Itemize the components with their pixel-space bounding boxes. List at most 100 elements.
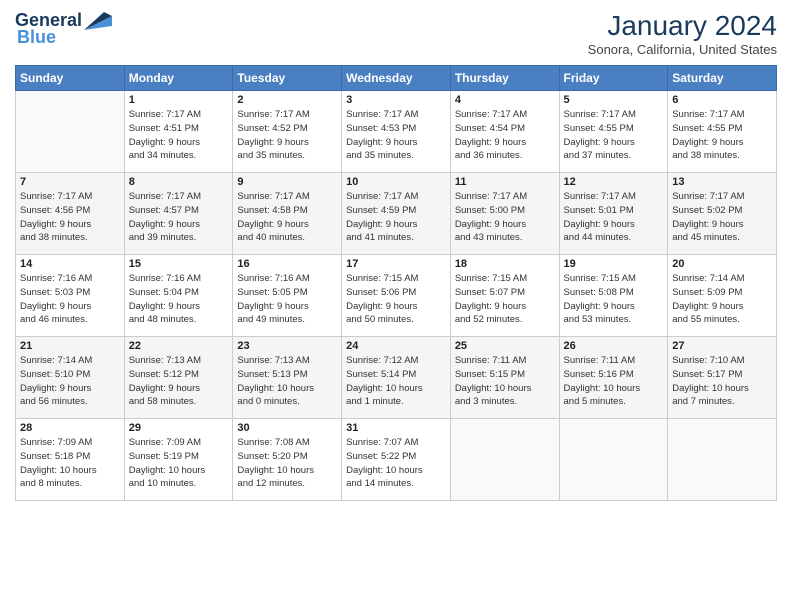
day-info: Sunrise: 7:17 AM Sunset: 4:57 PM Dayligh… <box>129 190 229 245</box>
day-info: Sunrise: 7:14 AM Sunset: 5:09 PM Dayligh… <box>672 272 772 327</box>
calendar-cell: 28 Sunrise: 7:09 AM Sunset: 5:18 PM Dayli… <box>16 419 125 501</box>
calendar-cell: 23 Sunrise: 7:13 AM Sunset: 5:13 PM Dayli… <box>233 337 342 419</box>
calendar-cell: 21 Sunrise: 7:14 AM Sunset: 5:10 PM Dayli… <box>16 337 125 419</box>
calendar-cell: 3 Sunrise: 7:17 AM Sunset: 4:53 PM Daylig… <box>342 91 451 173</box>
day-info: Sunrise: 7:11 AM Sunset: 5:15 PM Dayligh… <box>455 354 555 409</box>
day-info: Sunrise: 7:14 AM Sunset: 5:10 PM Dayligh… <box>20 354 120 409</box>
calendar-column-header: Saturday <box>668 66 777 91</box>
day-info: Sunrise: 7:15 AM Sunset: 5:07 PM Dayligh… <box>455 272 555 327</box>
calendar-cell: 12 Sunrise: 7:17 AM Sunset: 5:01 PM Dayli… <box>559 173 668 255</box>
day-number: 5 <box>564 94 664 106</box>
day-number: 13 <box>672 176 772 188</box>
day-number: 19 <box>564 258 664 270</box>
calendar-cell: 11 Sunrise: 7:17 AM Sunset: 5:00 PM Dayli… <box>450 173 559 255</box>
day-number: 9 <box>237 176 337 188</box>
calendar-cell: 16 Sunrise: 7:16 AM Sunset: 5:05 PM Dayli… <box>233 255 342 337</box>
calendar-cell: 31 Sunrise: 7:07 AM Sunset: 5:22 PM Dayli… <box>342 419 451 501</box>
calendar-week-row: 28 Sunrise: 7:09 AM Sunset: 5:18 PM Dayli… <box>16 419 777 501</box>
calendar-cell: 22 Sunrise: 7:13 AM Sunset: 5:12 PM Dayli… <box>124 337 233 419</box>
location: Sonora, California, United States <box>588 42 777 57</box>
calendar-cell: 9Sunrise: 7:17 AM Sunset: 4:58 PM Daylig… <box>233 173 342 255</box>
day-info: Sunrise: 7:17 AM Sunset: 4:53 PM Dayligh… <box>346 108 446 163</box>
month-title: January 2024 <box>588 10 777 42</box>
calendar-cell <box>668 419 777 501</box>
day-number: 16 <box>237 258 337 270</box>
day-info: Sunrise: 7:08 AM Sunset: 5:20 PM Dayligh… <box>237 436 337 491</box>
calendar-cell: 5 Sunrise: 7:17 AM Sunset: 4:55 PM Daylig… <box>559 91 668 173</box>
calendar-cell: 19Sunrise: 7:15 AM Sunset: 5:08 PM Dayli… <box>559 255 668 337</box>
day-number: 17 <box>346 258 446 270</box>
day-number: 24 <box>346 340 446 352</box>
day-info: Sunrise: 7:17 AM Sunset: 4:51 PM Dayligh… <box>129 108 229 163</box>
day-number: 7 <box>20 176 120 188</box>
calendar-cell: 18 Sunrise: 7:15 AM Sunset: 5:07 PM Dayli… <box>450 255 559 337</box>
calendar-cell <box>16 91 125 173</box>
day-number: 22 <box>129 340 229 352</box>
day-info: Sunrise: 7:11 AM Sunset: 5:16 PM Dayligh… <box>564 354 664 409</box>
day-number: 15 <box>129 258 229 270</box>
day-info: Sunrise: 7:17 AM Sunset: 5:00 PM Dayligh… <box>455 190 555 245</box>
calendar-header-row: SundayMondayTuesdayWednesdayThursdayFrid… <box>16 66 777 91</box>
calendar-cell <box>450 419 559 501</box>
calendar-cell: 7Sunrise: 7:17 AM Sunset: 4:56 PM Daylig… <box>16 173 125 255</box>
calendar-column-header: Monday <box>124 66 233 91</box>
title-section: January 2024 Sonora, California, United … <box>588 10 777 57</box>
day-info: Sunrise: 7:12 AM Sunset: 5:14 PM Dayligh… <box>346 354 446 409</box>
day-info: Sunrise: 7:16 AM Sunset: 5:03 PM Dayligh… <box>20 272 120 327</box>
calendar-column-header: Thursday <box>450 66 559 91</box>
day-info: Sunrise: 7:13 AM Sunset: 5:13 PM Dayligh… <box>237 354 337 409</box>
day-info: Sunrise: 7:13 AM Sunset: 5:12 PM Dayligh… <box>129 354 229 409</box>
calendar-cell: 17Sunrise: 7:15 AM Sunset: 5:06 PM Dayli… <box>342 255 451 337</box>
calendar-cell: 8Sunrise: 7:17 AM Sunset: 4:57 PM Daylig… <box>124 173 233 255</box>
day-info: Sunrise: 7:17 AM Sunset: 5:01 PM Dayligh… <box>564 190 664 245</box>
day-number: 21 <box>20 340 120 352</box>
calendar-week-row: 1 Sunrise: 7:17 AM Sunset: 4:51 PM Daylig… <box>16 91 777 173</box>
day-number: 12 <box>564 176 664 188</box>
day-number: 31 <box>346 422 446 434</box>
calendar-cell: 20 Sunrise: 7:14 AM Sunset: 5:09 PM Dayli… <box>668 255 777 337</box>
day-number: 18 <box>455 258 555 270</box>
day-number: 2 <box>237 94 337 106</box>
calendar-column-header: Friday <box>559 66 668 91</box>
calendar-cell: 27Sunrise: 7:10 AM Sunset: 5:17 PM Dayli… <box>668 337 777 419</box>
calendar-column-header: Tuesday <box>233 66 342 91</box>
calendar-cell: 24 Sunrise: 7:12 AM Sunset: 5:14 PM Dayli… <box>342 337 451 419</box>
calendar-week-row: 21 Sunrise: 7:14 AM Sunset: 5:10 PM Dayli… <box>16 337 777 419</box>
day-info: Sunrise: 7:17 AM Sunset: 4:54 PM Dayligh… <box>455 108 555 163</box>
logo: General Blue <box>15 10 112 48</box>
day-info: Sunrise: 7:17 AM Sunset: 4:55 PM Dayligh… <box>672 108 772 163</box>
calendar-cell: 26 Sunrise: 7:11 AM Sunset: 5:16 PM Dayli… <box>559 337 668 419</box>
calendar-cell <box>559 419 668 501</box>
day-info: Sunrise: 7:17 AM Sunset: 4:55 PM Dayligh… <box>564 108 664 163</box>
calendar-cell: 2 Sunrise: 7:17 AM Sunset: 4:52 PM Daylig… <box>233 91 342 173</box>
calendar-cell: 15Sunrise: 7:16 AM Sunset: 5:04 PM Dayli… <box>124 255 233 337</box>
calendar-week-row: 7Sunrise: 7:17 AM Sunset: 4:56 PM Daylig… <box>16 173 777 255</box>
calendar-cell: 25Sunrise: 7:11 AM Sunset: 5:15 PM Dayli… <box>450 337 559 419</box>
day-info: Sunrise: 7:16 AM Sunset: 5:05 PM Dayligh… <box>237 272 337 327</box>
day-info: Sunrise: 7:17 AM Sunset: 4:59 PM Dayligh… <box>346 190 446 245</box>
calendar-table: SundayMondayTuesdayWednesdayThursdayFrid… <box>15 65 777 501</box>
day-number: 1 <box>129 94 229 106</box>
day-info: Sunrise: 7:09 AM Sunset: 5:18 PM Dayligh… <box>20 436 120 491</box>
day-number: 10 <box>346 176 446 188</box>
logo-flag-icon <box>84 12 112 30</box>
day-number: 4 <box>455 94 555 106</box>
header: General Blue January 2024 Sonora, Califo… <box>15 10 777 57</box>
day-number: 23 <box>237 340 337 352</box>
calendar-week-row: 14 Sunrise: 7:16 AM Sunset: 5:03 PM Dayli… <box>16 255 777 337</box>
day-number: 28 <box>20 422 120 434</box>
day-number: 20 <box>672 258 772 270</box>
day-number: 3 <box>346 94 446 106</box>
day-info: Sunrise: 7:17 AM Sunset: 4:52 PM Dayligh… <box>237 108 337 163</box>
page: General Blue January 2024 Sonora, Califo… <box>0 0 792 612</box>
calendar-cell: 14 Sunrise: 7:16 AM Sunset: 5:03 PM Dayli… <box>16 255 125 337</box>
calendar-cell: 29Sunrise: 7:09 AM Sunset: 5:19 PM Dayli… <box>124 419 233 501</box>
day-number: 11 <box>455 176 555 188</box>
day-number: 26 <box>564 340 664 352</box>
day-info: Sunrise: 7:07 AM Sunset: 5:22 PM Dayligh… <box>346 436 446 491</box>
day-info: Sunrise: 7:10 AM Sunset: 5:17 PM Dayligh… <box>672 354 772 409</box>
calendar-cell: 1 Sunrise: 7:17 AM Sunset: 4:51 PM Daylig… <box>124 91 233 173</box>
calendar-cell: 30Sunrise: 7:08 AM Sunset: 5:20 PM Dayli… <box>233 419 342 501</box>
calendar-column-header: Wednesday <box>342 66 451 91</box>
day-number: 14 <box>20 258 120 270</box>
